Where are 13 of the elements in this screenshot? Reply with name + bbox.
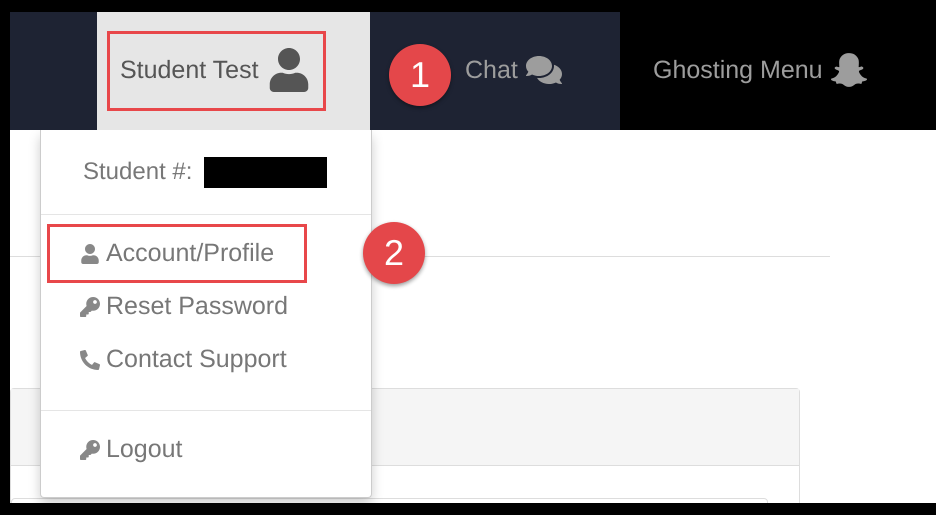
key-icon bbox=[80, 296, 100, 316]
nav-link[interactable]: Ghosting Menu bbox=[640, 35, 882, 107]
ghost-icon bbox=[830, 52, 867, 88]
key-icon bbox=[80, 440, 100, 460]
menu-item[interactable]: Logout bbox=[47, 420, 216, 479]
student-number-label: Student #: bbox=[83, 158, 192, 186]
nav-link[interactable]: Student Test bbox=[107, 31, 326, 111]
callout-badge: 1 bbox=[389, 44, 451, 106]
menu-item[interactable]: Account/Profile bbox=[47, 224, 308, 283]
nav-link[interactable]: Chat bbox=[452, 35, 577, 107]
phone-icon bbox=[80, 350, 100, 370]
callout-badge: 2 bbox=[363, 222, 425, 284]
user-icon bbox=[80, 244, 100, 264]
